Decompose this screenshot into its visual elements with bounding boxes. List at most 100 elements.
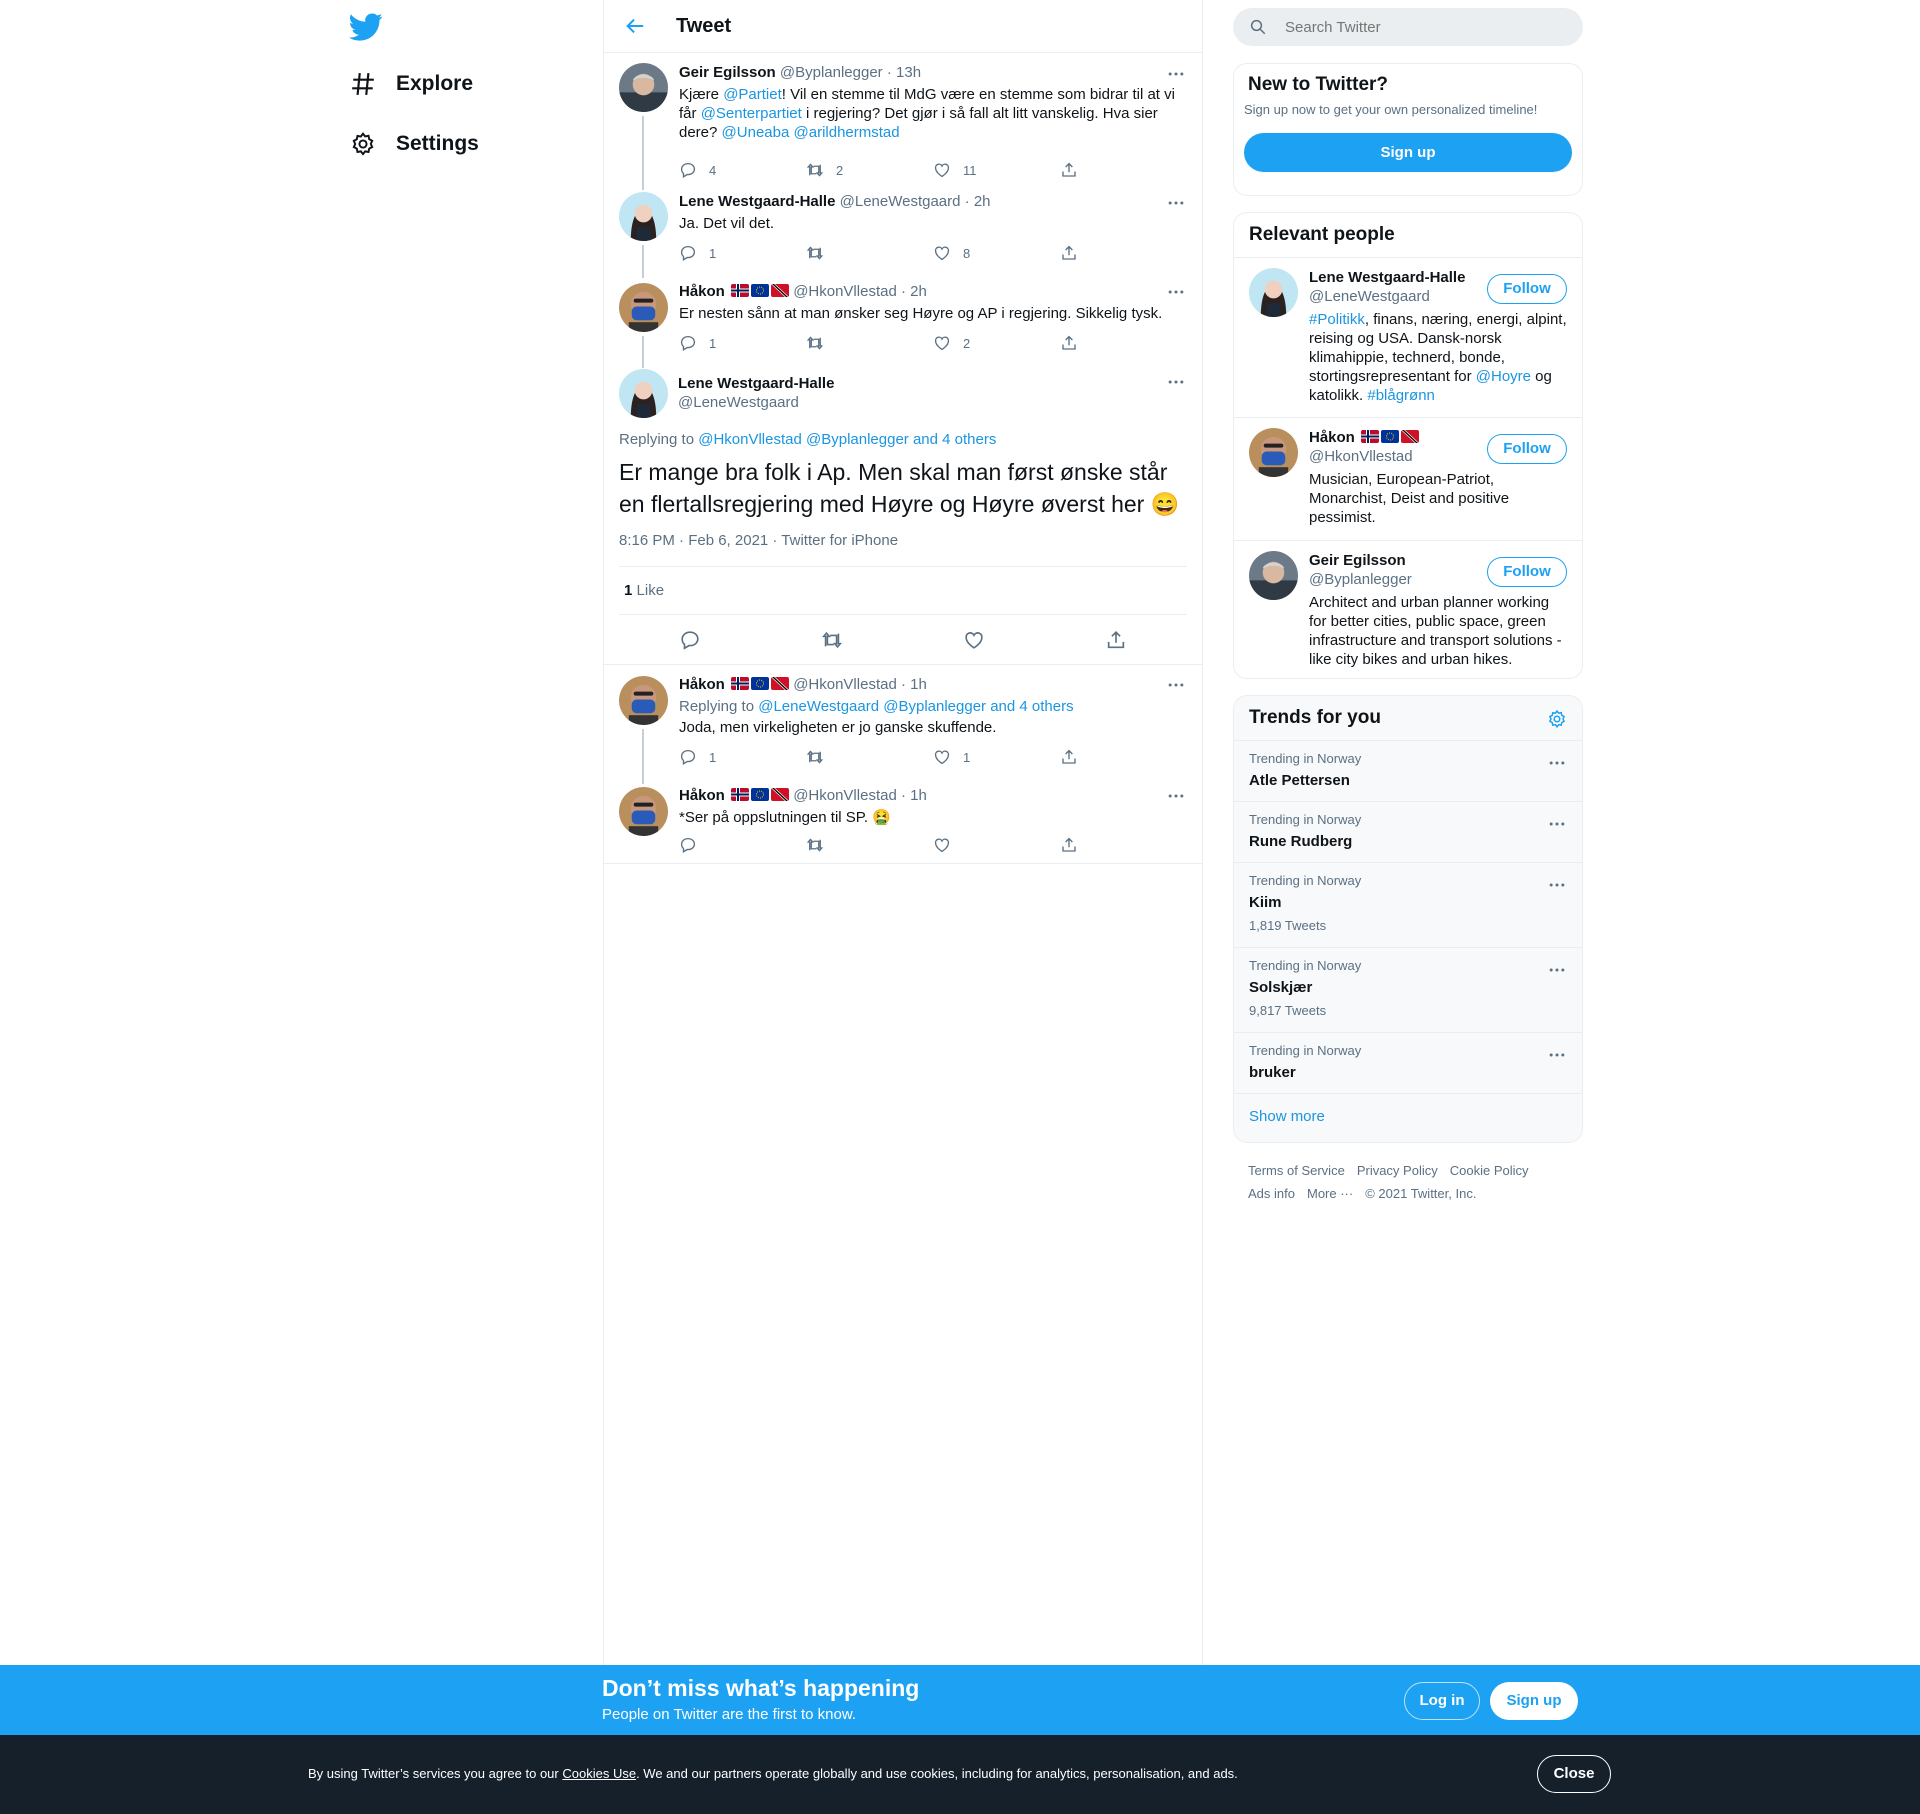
person-item[interactable]: Follow Geir Egilsson @Byplanlegger Archi… xyxy=(1234,540,1582,678)
like-button[interactable]: 1 xyxy=(933,748,1060,766)
search-bar[interactable] xyxy=(1233,8,1583,46)
tweet-time[interactable]: · 1h xyxy=(901,787,927,804)
author-handle[interactable]: @LeneWestgaard xyxy=(840,193,961,210)
sign-up-button[interactable]: Sign up xyxy=(1244,133,1572,172)
reply-button[interactable]: 1 xyxy=(679,748,806,766)
retweet-icon[interactable] xyxy=(821,629,843,651)
author-handle[interactable]: @LeneWestgaard xyxy=(678,393,1187,412)
more-icon[interactable] xyxy=(1166,372,1186,392)
mention-link[interactable]: @Hoyre xyxy=(1476,368,1531,385)
search-input[interactable] xyxy=(1285,18,1545,36)
author-name[interactable]: Geir Egilsson xyxy=(679,64,776,81)
avatar[interactable] xyxy=(619,787,668,836)
reply-button[interactable] xyxy=(679,836,806,854)
back-arrow-icon[interactable] xyxy=(624,15,646,37)
reply-button[interactable]: 1 xyxy=(679,244,806,262)
mention-link[interactable]: @arildhermstad xyxy=(794,124,900,141)
more-icon[interactable] xyxy=(1547,875,1567,895)
replying-to-links[interactable]: @HkonVllestad @Byplanlegger and 4 others xyxy=(698,431,996,448)
author-name[interactable]: Lene Westgaard-Halle xyxy=(678,374,1187,393)
likes-summary[interactable]: 1 Like xyxy=(619,567,1187,615)
trend-item[interactable]: Trending in Norway bruker xyxy=(1234,1032,1582,1093)
author-handle[interactable]: @HkonVllestad xyxy=(793,283,897,300)
nav-explore[interactable]: Explore xyxy=(340,59,483,109)
retweet-button[interactable] xyxy=(806,334,933,352)
trend-item[interactable]: Trending in Norway Rune Rudberg xyxy=(1234,801,1582,862)
more-icon[interactable] xyxy=(1166,675,1186,695)
tweet[interactable]: Geir Egilsson @Byplanlegger · 13h Kjære … xyxy=(604,53,1202,180)
cookie-policy-link[interactable]: Cookie Policy xyxy=(1450,1163,1529,1178)
follow-button[interactable]: Follow xyxy=(1487,557,1567,587)
share-button[interactable] xyxy=(1060,836,1187,854)
author-name[interactable]: Håkon xyxy=(679,676,725,693)
more-icon[interactable] xyxy=(1547,960,1567,980)
mention-link[interactable]: @Uneaba xyxy=(722,124,790,141)
more-icon[interactable] xyxy=(1166,64,1186,84)
tweet-time[interactable]: · 13h xyxy=(887,64,921,81)
retweet-button[interactable] xyxy=(806,836,933,854)
more-icon[interactable] xyxy=(1547,753,1567,773)
trend-item[interactable]: Trending in Norway Atle Pettersen xyxy=(1234,740,1582,801)
avatar[interactable] xyxy=(619,192,668,241)
like-button[interactable]: 11 xyxy=(933,161,1060,179)
avatar[interactable] xyxy=(619,63,668,112)
follow-button[interactable]: Follow xyxy=(1487,274,1567,304)
log-in-button[interactable]: Log in xyxy=(1404,1682,1480,1720)
tweet-time[interactable]: · 1h xyxy=(901,676,927,693)
tweet-timestamp[interactable]: 8:16 PM · Feb 6, 2021 · Twitter for iPho… xyxy=(619,532,1187,567)
more-link[interactable]: More ··· xyxy=(1307,1186,1353,1201)
author-handle[interactable]: @Byplanlegger xyxy=(780,64,883,81)
like-button[interactable] xyxy=(933,836,1060,854)
author-name[interactable]: Håkon xyxy=(679,283,725,300)
avatar[interactable] xyxy=(619,369,668,418)
reply-button[interactable]: 1 xyxy=(679,334,806,352)
ads-info-link[interactable]: Ads info xyxy=(1248,1186,1295,1201)
share-button[interactable] xyxy=(1060,244,1187,262)
trend-item[interactable]: Trending in Norway Kiim 1,819 Tweets xyxy=(1234,862,1582,947)
follow-button[interactable]: Follow xyxy=(1487,434,1567,464)
reply-button[interactable]: 4 xyxy=(679,161,806,179)
tweet[interactable]: Håkon @HkonVllestad · 1h *Ser på oppslut… xyxy=(604,776,1202,864)
share-button[interactable] xyxy=(1060,334,1187,352)
author-handle[interactable]: @HkonVllestad xyxy=(793,676,897,693)
share-button[interactable] xyxy=(1060,161,1187,179)
tweet-time[interactable]: · 2h xyxy=(965,193,991,210)
trend-item[interactable]: Trending in Norway Solskjær 9,817 Tweets xyxy=(1234,947,1582,1032)
mention-link[interactable]: @Partiet xyxy=(723,86,782,103)
banner-sign-up-button[interactable]: Sign up xyxy=(1490,1682,1578,1720)
tweet[interactable]: Håkon @HkonVllestad · 2h Er nesten sånn … xyxy=(604,270,1202,360)
terms-link[interactable]: Terms of Service xyxy=(1248,1163,1345,1178)
more-icon[interactable] xyxy=(1547,814,1567,834)
privacy-link[interactable]: Privacy Policy xyxy=(1357,1163,1438,1178)
tweet[interactable]: Håkon @HkonVllestad · 1h Replying to @Le… xyxy=(604,664,1202,777)
author-name[interactable]: Håkon xyxy=(679,787,725,804)
author-handle[interactable]: @HkonVllestad xyxy=(793,787,897,804)
more-icon[interactable] xyxy=(1547,1045,1567,1065)
retweet-button[interactable] xyxy=(806,748,933,766)
hashtag-link[interactable]: #Politikk xyxy=(1309,311,1365,328)
person-item[interactable]: Follow Lene Westgaard-Halle @LeneWestgaa… xyxy=(1234,257,1582,417)
cookies-use-link[interactable]: Cookies Use xyxy=(562,1766,636,1781)
nav-settings[interactable]: Settings xyxy=(340,119,489,169)
retweet-button[interactable]: 2 xyxy=(806,161,933,179)
replying-to-links[interactable]: @LeneWestgaard @Byplanlegger and 4 other… xyxy=(758,698,1073,715)
settings-gear-icon[interactable] xyxy=(1547,709,1567,729)
share-button[interactable] xyxy=(1060,748,1187,766)
share-icon[interactable] xyxy=(1105,629,1127,651)
more-icon[interactable] xyxy=(1166,282,1186,302)
like-button[interactable]: 2 xyxy=(933,334,1060,352)
more-icon[interactable] xyxy=(1166,786,1186,806)
avatar[interactable] xyxy=(619,283,668,332)
more-icon[interactable] xyxy=(1166,193,1186,213)
mention-link[interactable]: @Senterpartiet xyxy=(701,105,802,122)
avatar[interactable] xyxy=(1249,551,1298,600)
tweet[interactable]: Lene Westgaard-Halle @LeneWestgaard · 2h… xyxy=(604,180,1202,270)
show-more-link[interactable]: Show more xyxy=(1234,1093,1582,1139)
hashtag-link[interactable]: #blågrønn xyxy=(1367,387,1435,404)
close-button[interactable]: Close xyxy=(1537,1755,1611,1793)
avatar[interactable] xyxy=(1249,268,1298,317)
avatar[interactable] xyxy=(1249,428,1298,477)
author-name[interactable]: Lene Westgaard-Halle xyxy=(679,193,835,210)
twitter-logo-icon[interactable] xyxy=(348,10,384,44)
heart-icon[interactable] xyxy=(963,629,985,651)
